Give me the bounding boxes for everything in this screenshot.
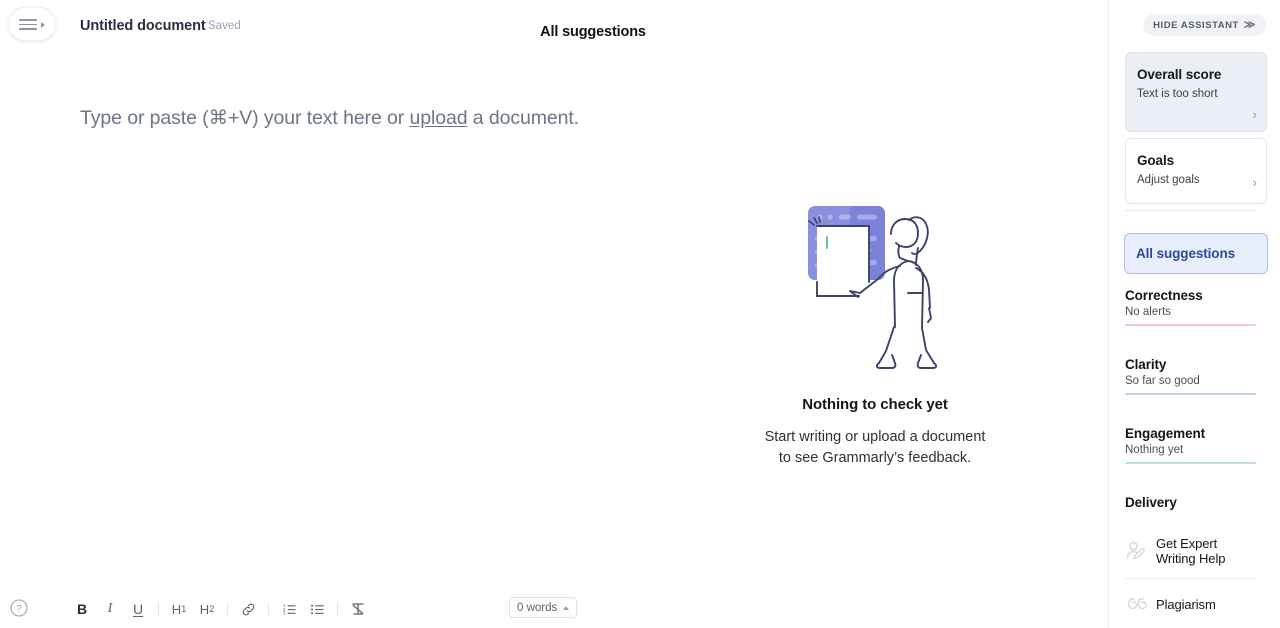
hide-assistant-button[interactable]: HIDE ASSISTANT ≫ [1143,14,1266,36]
editor-placeholder: Type or paste (⌘+V) your text here or up… [80,106,579,130]
expert-help-line2: Writing Help [1156,551,1226,566]
toolbar-divider [268,601,269,617]
grammarly-editor-app: Untitled document Saved All suggestions … [0,0,1280,628]
overall-score-title: Overall score [1137,67,1222,82]
page-title: All suggestions [0,24,1108,40]
toolbar-divider [337,601,338,617]
toolbar-divider [158,601,159,617]
goals-card[interactable]: Goals Adjust goals › [1125,138,1267,204]
category-correctness-underline [1125,324,1256,326]
plagiarism-line1: Plagiarism [1156,596,1216,612]
heading1-label: H [171,601,182,617]
heading2-label: H [199,601,210,617]
get-expert-writing-help-label: Get Expert Writing Help [1156,536,1225,566]
numbered-list-icon: 123 [282,603,296,615]
category-clarity-status: So far so good [1125,375,1200,387]
underline-button[interactable]: U [124,596,152,622]
chevron-up-icon [563,605,570,610]
category-correctness-title: Correctness [1125,288,1203,303]
expert-help-line1: Get Expert [1156,536,1218,551]
plagiarism-row[interactable]: Plagiarism [1125,593,1256,615]
italic-button[interactable]: I [96,596,124,622]
word-count-label: 0 words [517,601,558,614]
numbered-list-button[interactable]: 123 [275,596,303,622]
plagiarism-label: Plagiarism [1156,597,1216,612]
sidebar-divider [1125,210,1256,211]
chevron-right-icon: › [1252,107,1257,122]
all-suggestions-tab[interactable]: All suggestions [1124,233,1268,274]
chevron-right-icon: › [1252,175,1257,190]
placeholder-text-after: a document. [467,107,579,129]
category-correctness[interactable]: Correctness No alerts [1125,288,1256,326]
hide-assistant-label: HIDE ASSISTANT [1153,19,1239,31]
double-chevron-right-icon: ≫ [1243,18,1256,31]
category-engagement[interactable]: Engagement Nothing yet [1125,426,1256,464]
toolbar-divider [227,601,228,617]
clear-formatting-icon [352,603,364,615]
empty-state-title: Nothing to check yet [802,396,948,413]
top-bar: Untitled document Saved All suggestions [0,0,1108,56]
link-button[interactable] [234,596,262,622]
goals-title: Goals [1137,153,1175,168]
sidebar-services-divider [1125,578,1256,579]
bold-button[interactable]: B [68,596,96,622]
category-correctness-status: No alerts [1125,306,1172,318]
get-expert-writing-help-row[interactable]: Get Expert Writing Help [1125,536,1256,566]
question-mark-circle-icon[interactable]: ? [10,599,28,617]
goals-subtitle: Adjust goals [1137,174,1200,186]
category-engagement-title: Engagement [1125,426,1206,441]
category-clarity[interactable]: Clarity So far so good [1125,357,1256,395]
heading2-sub: 2 [209,604,215,614]
main-pane: Untitled document Saved All suggestions … [0,0,1108,628]
category-engagement-status: Nothing yet [1125,444,1184,456]
upload-link[interactable]: upload [409,107,467,129]
overall-score-card[interactable]: Overall score Text is too short › [1125,52,1267,132]
svg-text:?: ? [16,604,21,615]
overall-score-subtitle: Text is too short [1137,88,1218,100]
page-title-text: All suggestions [540,24,646,40]
word-count-button[interactable]: 0 words [509,597,578,618]
empty-state: Nothing to check yet Start writing or up… [640,196,1110,469]
person-pointing-at-document-illustration [808,206,938,369]
empty-state-subtitle: Start writing or upload a document to se… [765,427,986,469]
heading1-sub: 1 [181,604,187,614]
placeholder-text-before: Type or paste (⌘+V) your text here or [80,107,410,129]
clear-formatting-button[interactable] [344,596,372,622]
quotation-marks-icon [1127,597,1147,610]
category-clarity-title: Clarity [1125,357,1167,372]
category-clarity-underline [1125,393,1256,395]
bulleted-list-icon [310,604,324,614]
formatting-toolbar: B I U H1 H2 1 2 3 [68,590,372,628]
category-delivery-title: Delivery [1125,495,1177,510]
heading1-button[interactable]: H1 [165,596,193,622]
editor-area[interactable]: Type or paste (⌘+V) your text here or up… [0,56,1108,590]
empty-state-subtitle-line1: Start writing or upload a document [764,429,986,445]
svg-text:3: 3 [282,610,285,615]
category-engagement-underline [1125,462,1256,464]
heading2-button[interactable]: H2 [193,596,221,622]
bulleted-list-button[interactable] [303,596,331,622]
person-pen-icon [1126,541,1146,560]
assistant-sidebar: HIDE ASSISTANT ≫ Overall score Text is t… [1108,0,1280,628]
empty-state-subtitle-line2: to see Grammarly’s feedback. [778,450,972,466]
link-icon [242,603,254,615]
